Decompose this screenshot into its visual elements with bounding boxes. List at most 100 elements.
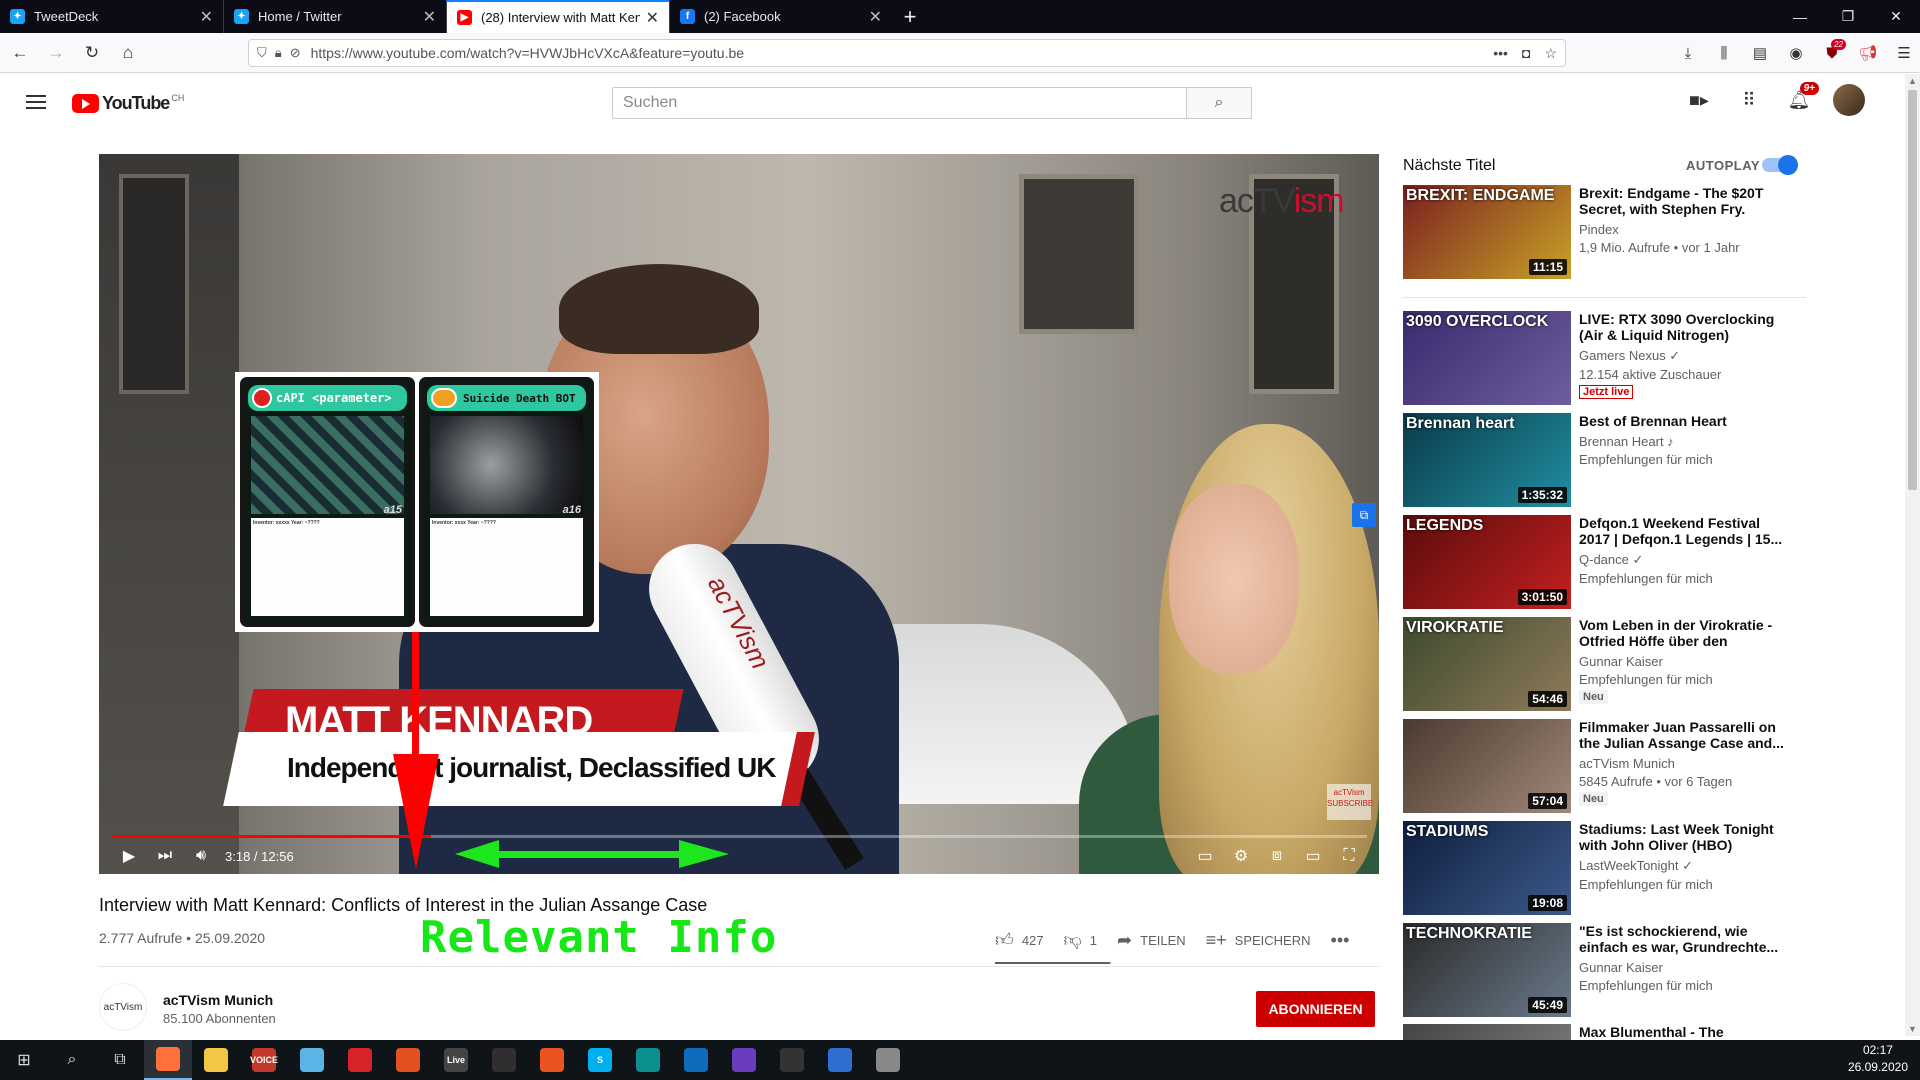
close-tab-icon[interactable]: ✕ [423, 7, 436, 27]
taskbar-app[interactable] [288, 1040, 336, 1080]
back-icon[interactable]: ← [4, 37, 36, 69]
bookmark-star-icon[interactable]: ☆ [1544, 45, 1557, 62]
taskbar-app[interactable] [192, 1040, 240, 1080]
settings-gear-icon[interactable]: ⚙ [1223, 838, 1259, 874]
taskbar-app[interactable] [768, 1040, 816, 1080]
megaphone-icon[interactable]: 📢︎ [1852, 37, 1884, 69]
page-actions-icon[interactable]: ••• [1493, 45, 1508, 62]
menu-icon[interactable]: ☰ [1888, 37, 1920, 69]
scroll-down-icon[interactable]: ▼ [1908, 1024, 1917, 1034]
save-button[interactable]: ≡+ SPEICHERN [1206, 928, 1311, 952]
home-icon[interactable]: ⌂ [112, 37, 144, 69]
taskbar-app[interactable] [672, 1040, 720, 1080]
subtitles-icon[interactable]: ▭ [1187, 838, 1223, 874]
recommendation-item[interactable]: 3090 OVERCLOCK LIVE: RTX 3090 Overclockin… [1403, 311, 1903, 405]
tab-home-twitter[interactable]: ✦ Home / Twitter ✕ [223, 0, 446, 33]
create-video-icon[interactable]: ■▸ [1683, 84, 1715, 116]
taskbar-app[interactable] [384, 1040, 432, 1080]
recommendation-item[interactable]: BREXIT: ENDGAME 11:15 Brexit: Endgame - Th… [1403, 185, 1903, 279]
shield-icon[interactable]: ⛉ [257, 45, 267, 61]
scroll-up-icon[interactable]: ▲ [1908, 76, 1917, 86]
channel-avatar[interactable]: acTVism [99, 983, 147, 1031]
close-tab-icon[interactable]: ✕ [200, 7, 213, 27]
permissions-icon[interactable]: ⊘ [290, 45, 301, 61]
video-thumbnail[interactable]: 3090 OVERCLOCK [1403, 311, 1571, 405]
taskbar-app[interactable]: Live [432, 1040, 480, 1080]
tab-facebook[interactable]: f (2) Facebook ✕ [669, 0, 892, 33]
video-thumbnail[interactable]: VIROKRATIE 54:46 [1403, 617, 1571, 711]
start-windows-icon[interactable]: ⊞ [0, 1040, 48, 1080]
video-thumbnail[interactable]: STADIUMS 19:08 [1403, 821, 1571, 915]
taskbar-app[interactable] [528, 1040, 576, 1080]
video-thumbnail[interactable]: LEGENDS 3:01:50 [1403, 515, 1571, 609]
url-bar[interactable]: ⛉ 🔒︎ ⊘ https://www.youtube.com/watch?v=H… [248, 39, 1566, 67]
search-input[interactable]: Suchen [612, 87, 1187, 119]
tab-tweetdeck[interactable]: ✦ TweetDeck ✕ [0, 0, 223, 33]
url-text[interactable]: https://www.youtube.com/watch?v=HVWJbHcV… [311, 45, 1494, 61]
avatar[interactable] [1833, 84, 1865, 116]
card-badge-icon [431, 388, 457, 408]
page-scrollbar[interactable]: ▲ ▼ [1905, 74, 1920, 1036]
subscribe-button[interactable]: ABONNIEREN [1256, 991, 1375, 1027]
task-view-icon[interactable]: ⧉ [96, 1040, 144, 1080]
taskbar-app[interactable] [816, 1040, 864, 1080]
video-thumbnail[interactable]: TECHNOKRATIE 45:49 [1403, 923, 1571, 1017]
tab-youtube-video[interactable]: ▶ (28) Interview with Matt Kennard ✕ [446, 0, 669, 33]
taskbar-app[interactable] [336, 1040, 384, 1080]
system-clock[interactable]: 02:17 26.09.2020 [1848, 1042, 1908, 1076]
scroll-thumb[interactable] [1908, 90, 1917, 490]
ublock-icon[interactable]: ⛊ 22 [1816, 37, 1848, 69]
search-icon[interactable]: ⌕ [48, 1040, 96, 1080]
theater-mode-icon[interactable]: ▭ [1295, 838, 1331, 874]
reload-icon[interactable]: ↻ [76, 37, 108, 69]
close-tab-icon[interactable]: ✕ [869, 7, 882, 27]
video-thumbnail[interactable]: BREXIT: ENDGAME 11:15 [1403, 185, 1571, 279]
sidebar-icon[interactable]: ▤ [1744, 37, 1776, 69]
close-tab-icon[interactable]: ✕ [646, 8, 659, 28]
recommendation-item[interactable]: 57:04 Filmmaker Juan Passarelli on the Ju… [1403, 719, 1903, 813]
dislike-button[interactable]: 👎︎ 1 [1064, 928, 1098, 952]
taskbar-app[interactable] [864, 1040, 912, 1080]
picture-in-picture-icon[interactable]: ⧉ [1352, 503, 1376, 527]
new-tab-button[interactable]: + [892, 0, 928, 33]
downloads-icon[interactable]: ⤓ [1672, 37, 1704, 69]
fullscreen-icon[interactable]: ⛶ [1331, 838, 1367, 874]
forward-icon[interactable]: → [40, 37, 72, 69]
library-icon[interactable]: ⫼ [1708, 37, 1740, 69]
volume-icon[interactable]: 🔊︎ [183, 838, 219, 874]
taskbar-app[interactable] [480, 1040, 528, 1080]
miniplayer-icon[interactable]: ⧈ [1259, 838, 1295, 874]
guide-menu-icon[interactable] [24, 90, 48, 114]
taskbar-app[interactable]: VOICE [240, 1040, 288, 1080]
pocket-icon[interactable]: ◘ [1522, 45, 1530, 62]
close-window-icon[interactable]: ✕ [1872, 0, 1920, 33]
more-actions-button[interactable]: ••• [1331, 928, 1358, 952]
minimize-icon[interactable]: — [1776, 0, 1824, 33]
lock-icon[interactable]: 🔒︎ [275, 45, 282, 61]
notifications-bell-icon[interactable]: 🔔︎ 9+ [1783, 82, 1819, 116]
next-icon[interactable]: ⏭ [147, 838, 183, 874]
autoplay-toggle[interactable] [1762, 155, 1798, 175]
taskbar-app[interactable] [720, 1040, 768, 1080]
recommendation-item[interactable]: LEGENDS 3:01:50 Defqon.1 Weekend Festival … [1403, 515, 1903, 609]
video-thumbnail[interactable]: Brennan heart 1:35:32 [1403, 413, 1571, 507]
taskbar-app[interactable] [144, 1040, 192, 1080]
apps-grid-icon[interactable]: ⠿ [1733, 84, 1765, 116]
youtube-logo[interactable]: YouTube CH [72, 93, 184, 114]
like-button[interactable]: 👍︎ 427 [995, 928, 1044, 952]
recommendation-item[interactable]: TECHNOKRATIE 45:49 "Es ist schockierend, w… [1403, 923, 1903, 1017]
thumbnail-text: 3090 OVERCLOCK [1406, 313, 1549, 330]
video-player[interactable]: acTVism acTVism cAPI <parameter> a15 Inv… [99, 154, 1379, 874]
share-button[interactable]: ➦ TEILEN [1117, 928, 1186, 952]
taskbar-app[interactable]: S [576, 1040, 624, 1080]
recommendation-item[interactable]: STADIUMS 19:08 Stadiums: Last Week Tonight… [1403, 821, 1903, 915]
recommendation-item[interactable]: Brennan heart 1:35:32 Best of Brennan Hear… [1403, 413, 1903, 507]
video-thumbnail[interactable]: 57:04 [1403, 719, 1571, 813]
account-icon[interactable]: ◉ [1780, 37, 1812, 69]
recommendation-item[interactable]: VIROKRATIE 54:46 Vom Leben in der Virokrat… [1403, 617, 1903, 711]
play-icon[interactable]: ▶ [111, 838, 147, 874]
taskbar-app[interactable] [624, 1040, 672, 1080]
channel-name[interactable]: acTVism Munich [163, 992, 273, 1008]
restore-icon[interactable]: ❐ [1824, 0, 1872, 33]
search-button[interactable]: ⌕ [1187, 87, 1252, 119]
